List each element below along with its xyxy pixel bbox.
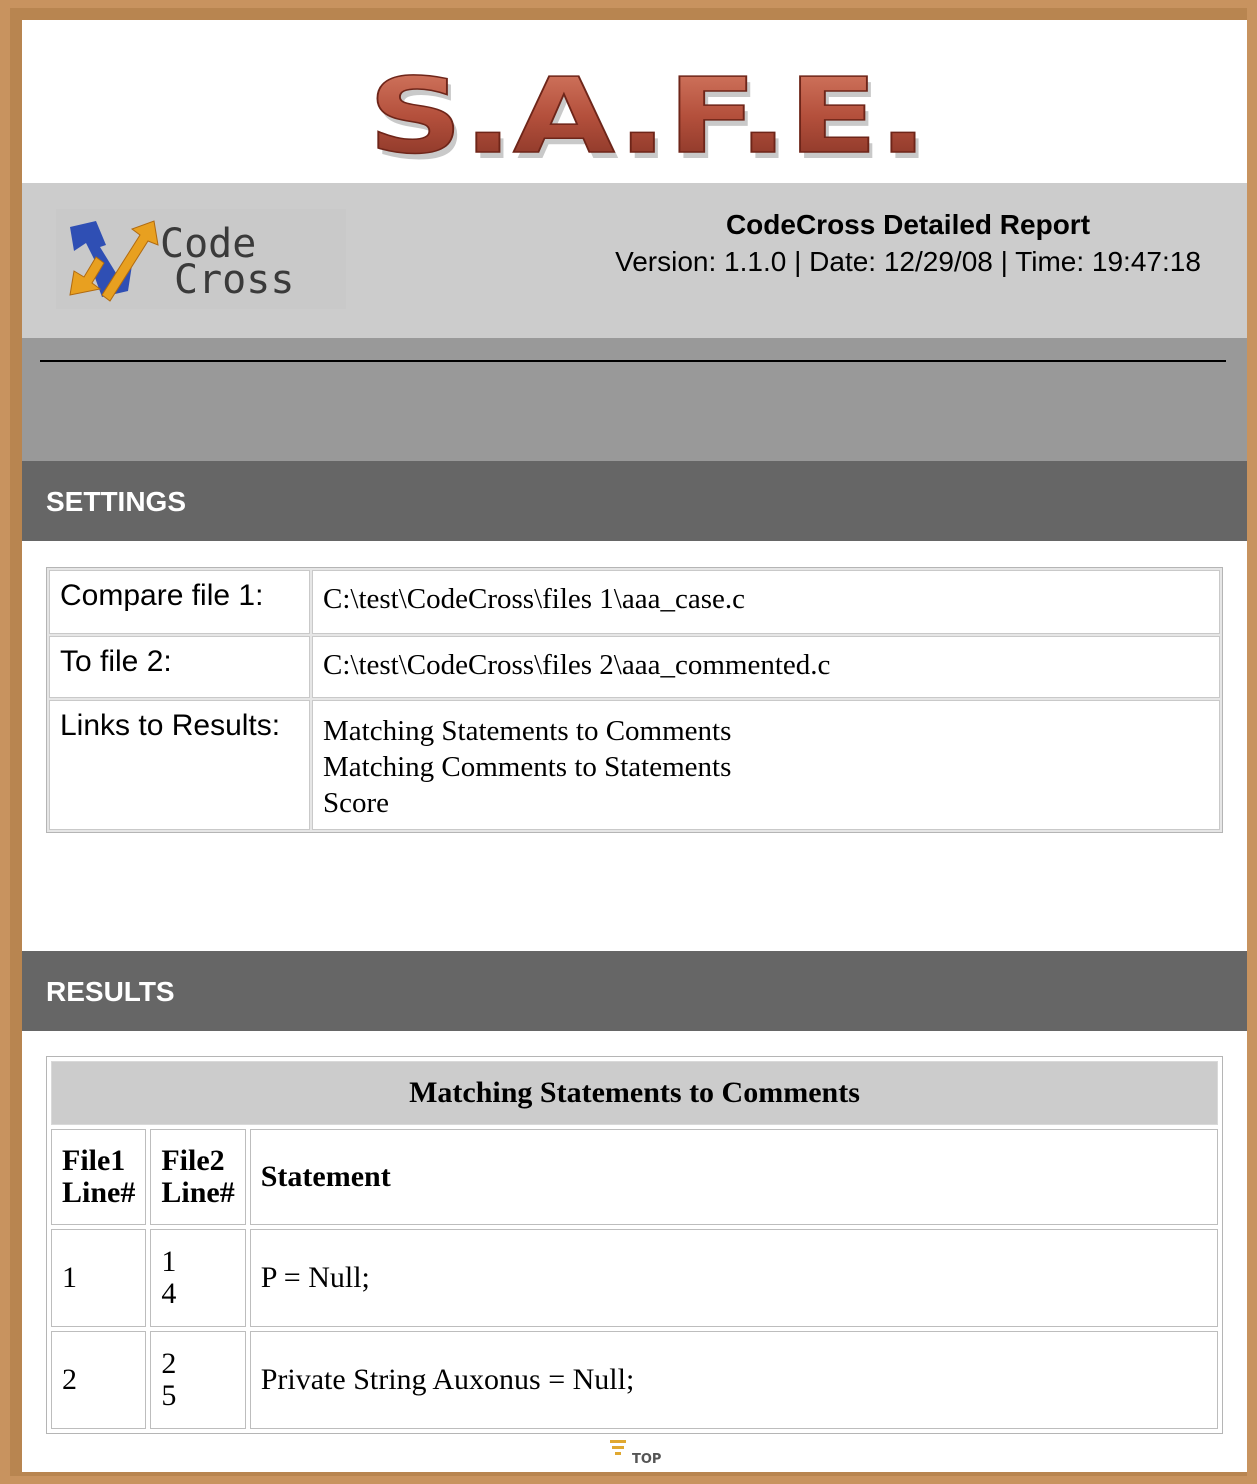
to-file-label: To file 2:	[49, 636, 310, 698]
col-header-statement: Statement	[249, 1129, 1218, 1225]
report-header: Code Cross CodeCross Detailed Report Ver…	[22, 183, 1247, 338]
link-score[interactable]: Score	[323, 785, 1209, 821]
file2-line: 1	[161, 1245, 177, 1278]
table-row: Links to Results: Matching Statements to…	[49, 700, 1220, 830]
table-row: 2 2 5 Private String Auxonus = Null;	[51, 1331, 1218, 1429]
cell-file2-lines: 2 5	[150, 1331, 246, 1429]
file2-line: 2	[161, 1347, 177, 1380]
codecross-logo: Code Cross	[56, 209, 346, 309]
settings-heading: SETTINGS	[22, 461, 1247, 541]
report-frame: S.A.F.E. S.A.F.E. Code Cross CodeCross D…	[10, 8, 1247, 1476]
cell-statement: P = Null;	[249, 1229, 1218, 1327]
results-heading: RESULTS	[22, 951, 1247, 1031]
report-title: CodeCross Detailed Report	[725, 209, 1091, 240]
top-link-label: TOP	[632, 1452, 661, 1464]
cell-file2-lines: 1 4	[150, 1229, 246, 1327]
compare-file-value: C:\test\CodeCross\files 1\aaa_case.c	[312, 570, 1220, 634]
link-matching-comments[interactable]: Matching Comments to Statements	[323, 749, 1209, 785]
link-matching-statements[interactable]: Matching Statements to Comments	[323, 713, 1209, 749]
cell-statement: Private String Auxonus = Null;	[249, 1331, 1218, 1429]
col-header-file2-text: File2 Line#	[161, 1144, 235, 1209]
header-divider-band	[22, 338, 1247, 461]
results-table-caption: Matching Statements to Comments	[51, 1061, 1218, 1125]
table-row: 1 1 4 P = Null;	[51, 1229, 1218, 1327]
col-header-file1-text: File1 Line#	[62, 1144, 136, 1209]
table-caption-row: Matching Statements to Comments	[51, 1061, 1218, 1125]
cell-file1-line: 2	[51, 1331, 147, 1429]
up-arrow-icon	[610, 1440, 626, 1455]
report-meta: Version: 1.1.0 | Date: 12/29/08 | Time: …	[615, 246, 1201, 277]
table-header-row: File1 Line# File2 Line# Statement	[51, 1129, 1218, 1225]
top-link[interactable]: TOP	[608, 1440, 678, 1464]
file2-line: 4	[161, 1277, 177, 1310]
file2-line: 5	[161, 1379, 177, 1412]
settings-table: Compare file 1: C:\test\CodeCross\files …	[46, 567, 1223, 833]
cell-file1-line: 1	[51, 1229, 147, 1327]
report-page: S.A.F.E. S.A.F.E. Code Cross CodeCross D…	[22, 20, 1247, 1472]
results-table: Matching Statements to Comments File1 Li…	[46, 1056, 1223, 1434]
svg-text:Cross: Cross	[174, 257, 294, 303]
results-links: Matching Statements to Comments Matching…	[312, 700, 1220, 830]
links-label: Links to Results:	[49, 700, 310, 830]
compare-file-label: Compare file 1:	[49, 570, 310, 634]
col-header-file2: File2 Line#	[150, 1129, 246, 1225]
to-file-value: C:\test\CodeCross\files 2\aaa_commented.…	[312, 636, 1220, 698]
safe-logo: S.A.F.E. S.A.F.E.	[367, 60, 932, 170]
horizontal-rule	[40, 360, 1226, 362]
col-header-file1: File1 Line#	[51, 1129, 147, 1225]
safe-logo-text: S.A.F.E.	[368, 60, 928, 170]
safe-banner: S.A.F.E. S.A.F.E.	[22, 20, 1247, 183]
table-row: Compare file 1: C:\test\CodeCross\files …	[49, 570, 1220, 634]
table-row: To file 2: C:\test\CodeCross\files 2\aaa…	[49, 636, 1220, 698]
